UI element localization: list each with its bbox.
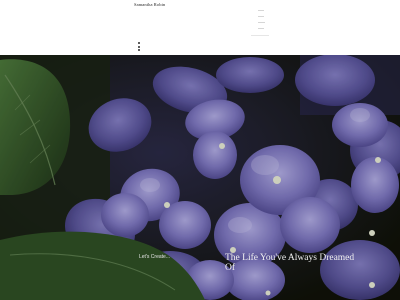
nav-item[interactable]: [258, 10, 264, 11]
menu-icon[interactable]: [138, 42, 141, 52]
hero-headline: The Life You've Always Dreamed Of: [225, 253, 355, 273]
site-header: Samantha Robin: [0, 0, 400, 55]
nav-item[interactable]: [258, 22, 265, 23]
nav-item[interactable]: [258, 16, 264, 17]
hero-tagline: Let's Create...: [139, 254, 170, 260]
site-title[interactable]: Samantha Robin: [134, 2, 165, 7]
nav-item[interactable]: [258, 28, 264, 29]
nav-cta[interactable]: [251, 35, 269, 36]
